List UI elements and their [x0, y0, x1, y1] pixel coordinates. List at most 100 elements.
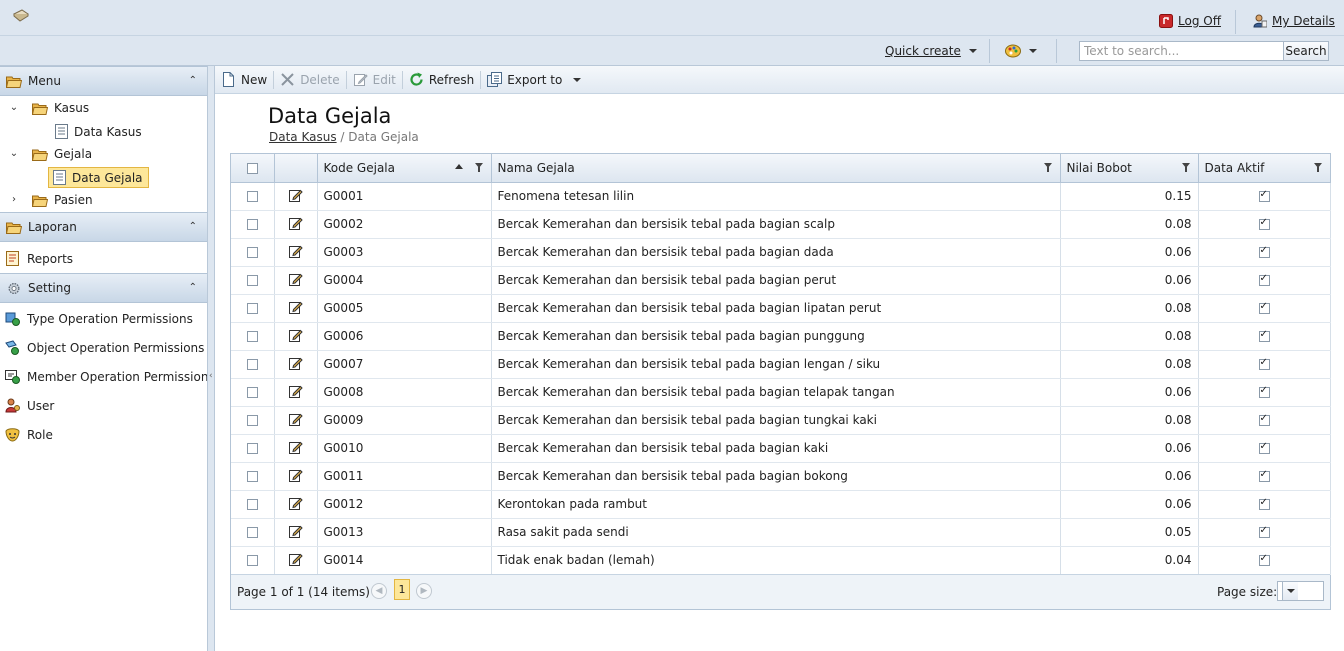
- edit-row-icon[interactable]: [288, 384, 303, 398]
- collapse-icon[interactable]: ⌃: [189, 221, 197, 232]
- data-aktif-checkbox[interactable]: [1258, 301, 1270, 314]
- next-page-icon[interactable]: ▶: [416, 583, 432, 599]
- row-checkbox[interactable]: [246, 555, 258, 566]
- row-checkbox[interactable]: [246, 527, 258, 538]
- tree-item-data-kasus[interactable]: Data Kasus: [55, 124, 142, 139]
- search-input[interactable]: [1079, 41, 1284, 61]
- data-aktif-checkbox[interactable]: [1258, 525, 1270, 538]
- edit-row-icon[interactable]: [288, 412, 303, 426]
- data-aktif-checkbox[interactable]: [1258, 217, 1270, 230]
- sidebar-item-object-permissions[interactable]: Object Operation Permissions: [5, 340, 204, 355]
- row-checkbox[interactable]: [246, 499, 258, 510]
- data-aktif-checkbox[interactable]: [1258, 469, 1270, 482]
- filter-icon[interactable]: [1043, 163, 1052, 172]
- table-row[interactable]: G0004 Bercak Kemerahan dan bersisik tebal…: [231, 266, 1331, 295]
- sidebar-item-role[interactable]: Role: [5, 427, 53, 442]
- sidebar-item-reports[interactable]: Reports: [5, 251, 73, 266]
- table-row[interactable]: G0007 Bercak Kemerahan dan bersisik tebal…: [231, 350, 1331, 379]
- edit-row-icon[interactable]: [288, 356, 303, 370]
- row-checkbox[interactable]: [246, 219, 258, 230]
- app-logo-icon[interactable]: [12, 8, 30, 22]
- row-checkbox[interactable]: [246, 247, 258, 258]
- tree-item-data-gejala[interactable]: Data Gejala: [48, 167, 149, 188]
- sidebar-splitter[interactable]: ‹: [207, 66, 215, 651]
- expand-toggle-icon[interactable]: ⌄: [9, 102, 19, 113]
- edit-row-icon[interactable]: [288, 328, 303, 342]
- laporan-group-header[interactable]: Laporan ⌃: [0, 212, 207, 242]
- data-aktif-checkbox[interactable]: [1258, 441, 1270, 454]
- data-aktif-checkbox[interactable]: [1258, 553, 1270, 566]
- setting-group-header[interactable]: Setting ⌃: [0, 273, 207, 303]
- edit-row-icon[interactable]: [288, 552, 303, 566]
- row-checkbox[interactable]: [246, 387, 258, 398]
- row-checkbox[interactable]: [246, 191, 258, 202]
- data-aktif-checkbox[interactable]: [1258, 273, 1270, 286]
- table-row[interactable]: G0010 Bercak Kemerahan dan bersisik tebal…: [231, 434, 1331, 463]
- search-button[interactable]: Search: [1283, 41, 1329, 61]
- page-size-select[interactable]: 20: [1277, 581, 1324, 601]
- data-aktif-checkbox[interactable]: [1258, 357, 1270, 370]
- edit-button[interactable]: Edit: [347, 69, 402, 91]
- table-row[interactable]: G0012 Kerontokan pada rambut 0.06: [231, 490, 1331, 519]
- row-checkbox[interactable]: [246, 331, 258, 342]
- column-header-data-aktif[interactable]: Data Aktif: [1198, 154, 1331, 183]
- breadcrumb-link-data-kasus[interactable]: Data Kasus: [269, 130, 337, 144]
- sidebar-item-type-permissions[interactable]: Type Operation Permissions: [5, 311, 193, 326]
- edit-row-icon[interactable]: [288, 216, 303, 230]
- expand-toggle-icon[interactable]: ›: [9, 194, 19, 205]
- row-checkbox[interactable]: [246, 359, 258, 370]
- column-header-nilai-bobot[interactable]: Nilai Bobot: [1060, 154, 1199, 183]
- data-aktif-checkbox[interactable]: [1258, 497, 1270, 510]
- refresh-button[interactable]: Refresh: [403, 69, 480, 91]
- table-row[interactable]: G0005 Bercak Kemerahan dan bersisik tebal…: [231, 294, 1331, 323]
- sidebar-item-user[interactable]: User: [5, 398, 54, 413]
- collapse-arrow-icon[interactable]: ‹: [209, 371, 213, 381]
- collapse-icon[interactable]: ⌃: [189, 282, 197, 293]
- table-row[interactable]: G0006 Bercak Kemerahan dan bersisik tebal…: [231, 322, 1331, 351]
- edit-row-icon[interactable]: [288, 300, 303, 314]
- data-aktif-checkbox[interactable]: [1258, 413, 1270, 426]
- edit-row-icon[interactable]: [288, 244, 303, 258]
- current-page-button[interactable]: 1: [394, 579, 410, 600]
- delete-button[interactable]: Delete: [274, 69, 345, 91]
- expand-toggle-icon[interactable]: ⌄: [9, 148, 19, 159]
- table-row[interactable]: G0002 Bercak Kemerahan dan bersisik tebal…: [231, 210, 1331, 239]
- data-aktif-checkbox[interactable]: [1258, 189, 1270, 202]
- tree-item-pasien[interactable]: Pasien: [32, 193, 93, 207]
- collapse-icon[interactable]: ⌃: [189, 75, 197, 86]
- row-checkbox[interactable]: [246, 471, 258, 482]
- row-checkbox[interactable]: [246, 303, 258, 314]
- theme-selector[interactable]: [1005, 44, 1037, 58]
- table-row[interactable]: G0003 Bercak Kemerahan dan bersisik tebal…: [231, 238, 1331, 267]
- row-checkbox[interactable]: [246, 415, 258, 426]
- edit-row-icon[interactable]: [288, 468, 303, 482]
- data-aktif-checkbox[interactable]: [1258, 329, 1270, 342]
- filter-icon[interactable]: [1181, 163, 1190, 172]
- edit-row-icon[interactable]: [288, 524, 303, 538]
- sort-ascending-icon[interactable]: [454, 164, 463, 169]
- table-row[interactable]: G0001 Fenomena tetesan lilin 0.15: [231, 182, 1331, 211]
- sidebar-item-member-permissions[interactable]: Member Operation Permissions: [5, 369, 215, 384]
- table-row[interactable]: G0009 Bercak Kemerahan dan bersisik tebal…: [231, 406, 1331, 435]
- table-row[interactable]: G0008 Bercak Kemerahan dan bersisik tebal…: [231, 378, 1331, 407]
- edit-row-icon[interactable]: [288, 188, 303, 202]
- table-row[interactable]: G0013 Rasa sakit pada sendi 0.05: [231, 518, 1331, 547]
- edit-row-icon[interactable]: [288, 272, 303, 286]
- tree-item-kasus[interactable]: Kasus: [32, 101, 89, 115]
- menu-group-header[interactable]: Menu ⌃: [0, 66, 207, 96]
- export-dropdown[interactable]: Export to: [481, 69, 587, 91]
- filter-icon[interactable]: [1313, 163, 1322, 172]
- column-header-kode-gejala[interactable]: Kode Gejala: [317, 154, 492, 183]
- edit-row-icon[interactable]: [288, 440, 303, 454]
- table-row[interactable]: G0014 Tidak enak badan (lemah) 0.04: [231, 546, 1331, 575]
- tree-item-gejala[interactable]: Gejala: [32, 147, 92, 161]
- my-details-link[interactable]: My Details: [1253, 14, 1335, 28]
- edit-row-icon[interactable]: [288, 496, 303, 510]
- select-all-checkbox[interactable]: [246, 162, 258, 174]
- previous-page-icon[interactable]: ◀: [371, 583, 387, 599]
- table-row[interactable]: G0011 Bercak Kemerahan dan bersisik tebal…: [231, 462, 1331, 491]
- new-button[interactable]: New: [215, 69, 273, 91]
- quick-create-dropdown[interactable]: Quick create: [885, 44, 977, 58]
- data-aktif-checkbox[interactable]: [1258, 245, 1270, 258]
- row-checkbox[interactable]: [246, 275, 258, 286]
